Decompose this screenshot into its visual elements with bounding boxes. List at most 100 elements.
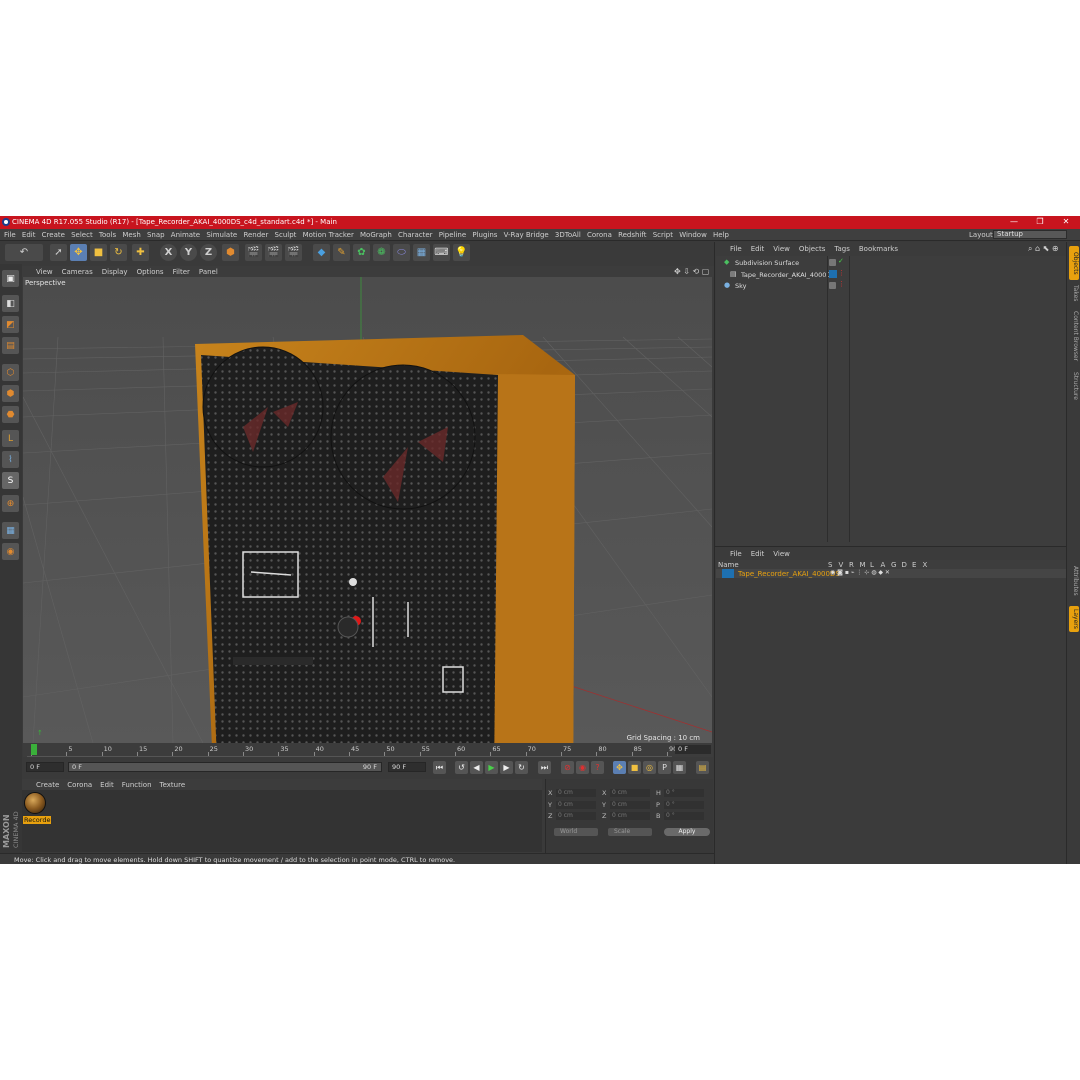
model-mode-icon[interactable]: ◧ [2,295,19,312]
menu-item-simulate[interactable]: Simulate [206,231,237,239]
material-menu-function[interactable]: Function [122,781,152,789]
current-frame-field[interactable]: 0 F [675,745,711,754]
subdivision-icon[interactable]: ✿ [353,244,370,261]
menu-item-animate[interactable]: Animate [171,231,200,239]
frame-range-slider[interactable]: 0 F 90 F [68,762,382,772]
layer-row[interactable]: Tape_Recorder_AKAI_4000DS ◉ ◙ ▪ ⌁ ⋮ ⊹ ◍ … [716,569,1066,578]
object-menu-tags[interactable]: Tags [834,245,850,253]
rotation-field[interactable]: 0 ° [664,800,704,809]
key-scale-icon[interactable]: ■ [628,761,641,774]
menu-item-mesh[interactable]: Mesh [122,231,140,239]
viewport-nav-icon[interactable]: ✥ ⇩ ⟲ ▢ [674,267,709,276]
render-dot-icon[interactable]: ⋮ [838,280,845,288]
viewport-menu-panel[interactable]: Panel [199,268,218,276]
coordinate-system-icon[interactable]: ⬢ [222,244,239,261]
object-menu-objects[interactable]: Objects [799,245,825,253]
menu-item-corona[interactable]: Corona [587,231,612,239]
size-field[interactable]: 0 cm [610,789,650,797]
object-row[interactable]: ● Sky ⋮ [716,280,1066,291]
go-to-end-icon[interactable]: ⏭ [538,761,551,774]
workplane-grid-icon[interactable]: ▦ [2,522,19,539]
undo-redo-icon[interactable]: ↶ [5,244,43,261]
layer-menu-file[interactable]: File [730,550,742,558]
position-field[interactable]: 0 cm [556,789,596,797]
menu-item-file[interactable]: File [4,231,16,239]
menu-item-help[interactable]: Help [713,231,729,239]
close-button[interactable]: ✕ [1056,217,1076,228]
play-icon[interactable]: ▶ [485,761,498,774]
menu-item-character[interactable]: Character [398,231,433,239]
menu-item-render[interactable]: Render [243,231,268,239]
tab-content-browser[interactable]: Content Browser [1069,306,1079,366]
object-manager-tools-icon[interactable]: ⌕ ⌂ ⬉ ⊕ [1028,244,1059,254]
menu-item-3dtoall[interactable]: 3DToAll [555,231,581,239]
menu-item-snap[interactable]: Snap [147,231,165,239]
object-menu-file[interactable]: File [730,245,742,253]
layout-select[interactable]: Startup [993,230,1067,239]
position-field[interactable]: 0 cm [556,812,596,820]
cube-primitive-icon[interactable]: ◆ [313,244,330,261]
select-arrow-icon[interactable]: ➚ [50,244,67,261]
rotation-field[interactable]: 0 ° [664,812,704,820]
viewport-menu-filter[interactable]: Filter [173,268,190,276]
viewport-menu-cameras[interactable]: Cameras [62,268,93,276]
array-icon[interactable]: ❁ [373,244,390,261]
previous-key-icon[interactable]: ↺ [455,761,468,774]
playhead-marker[interactable] [31,744,37,755]
menu-item-motion-tracker[interactable]: Motion Tracker [303,231,354,239]
viewport-menu-options[interactable]: Options [137,268,164,276]
material-menu-edit[interactable]: Edit [100,781,114,789]
move-tool-icon[interactable]: ✥ [70,244,87,261]
tweak-mode-icon[interactable]: ⌇ [2,451,19,468]
menu-item-select[interactable]: Select [71,231,93,239]
floor-icon[interactable]: ▦ [413,244,430,261]
polygons-mode-icon[interactable]: ⬣ [2,406,19,423]
solo-icon[interactable]: ◉ [2,543,19,560]
render-dot-icon[interactable]: ⋮ [838,269,845,277]
x-axis-button[interactable]: X [160,244,177,261]
menu-item-pipeline[interactable]: Pipeline [439,231,466,239]
key-parameter-icon[interactable]: P [658,761,671,774]
edges-mode-icon[interactable]: ⬢ [2,385,19,402]
viewport-menu-display[interactable]: Display [102,268,128,276]
layer-tag-icon[interactable] [829,269,837,278]
scale-tool-icon[interactable]: ■ [90,244,107,261]
y-axis-button[interactable]: Y [180,244,197,261]
timeline-ruler[interactable]: 051015202530354045505560657075808590 0 F [23,743,713,757]
tab-layers[interactable]: Layers [1069,606,1079,632]
next-key-icon[interactable]: ↻ [515,761,528,774]
render-settings-icon[interactable]: 🎬 [285,244,302,261]
scale-mode-dropdown[interactable]: Scale [608,828,652,836]
add-tool-icon[interactable]: ✚ [132,244,149,261]
rotation-field[interactable]: 0 ° [664,789,704,797]
visibility-toggle[interactable] [829,259,836,266]
object-row[interactable]: ▤ Tape_Recorder_AKAI_4000DS ⋮ [716,269,1066,280]
menu-item-v-ray-bridge[interactable]: V-Ray Bridge [504,231,549,239]
previous-frame-icon[interactable]: ◀ [470,761,483,774]
layer-menu-edit[interactable]: Edit [751,550,765,558]
tab-objects[interactable]: Objects [1069,246,1079,280]
go-to-start-icon[interactable]: ⏮ [433,761,446,774]
workplane-icon[interactable]: ▤ [2,337,19,354]
menu-item-sculpt[interactable]: Sculpt [275,231,297,239]
material-menu-corona[interactable]: Corona [67,781,92,789]
render-view-icon[interactable]: 🎬 [245,244,262,261]
layer-flags-icon[interactable]: ◉ ◙ ▪ ⌁ ⋮ ⊹ ◍ ◆ ✕ [830,569,890,576]
size-field[interactable]: 0 cm [610,800,650,809]
autokeying-icon[interactable]: ◉ [576,761,589,774]
apply-button[interactable]: Apply [664,828,710,836]
position-field[interactable]: 0 cm [556,800,596,809]
key-pla-icon[interactable]: ▦ [673,761,686,774]
start-frame-field[interactable]: 0 F [26,762,64,772]
menu-item-window[interactable]: Window [679,231,707,239]
material-item[interactable]: Recorde [22,790,52,828]
snap-icon[interactable]: S [2,472,19,489]
viewport-menu-view[interactable]: View [36,268,53,276]
make-editable-icon[interactable]: ▣ [2,270,19,287]
menu-item-tools[interactable]: Tools [99,231,116,239]
tab-structure[interactable]: Structure [1069,368,1079,404]
tape-recorder-model[interactable] [195,335,575,743]
z-axis-button[interactable]: Z [200,244,217,261]
record-keys-icon[interactable]: ⊘ [561,761,574,774]
menu-item-mograph[interactable]: MoGraph [360,231,392,239]
